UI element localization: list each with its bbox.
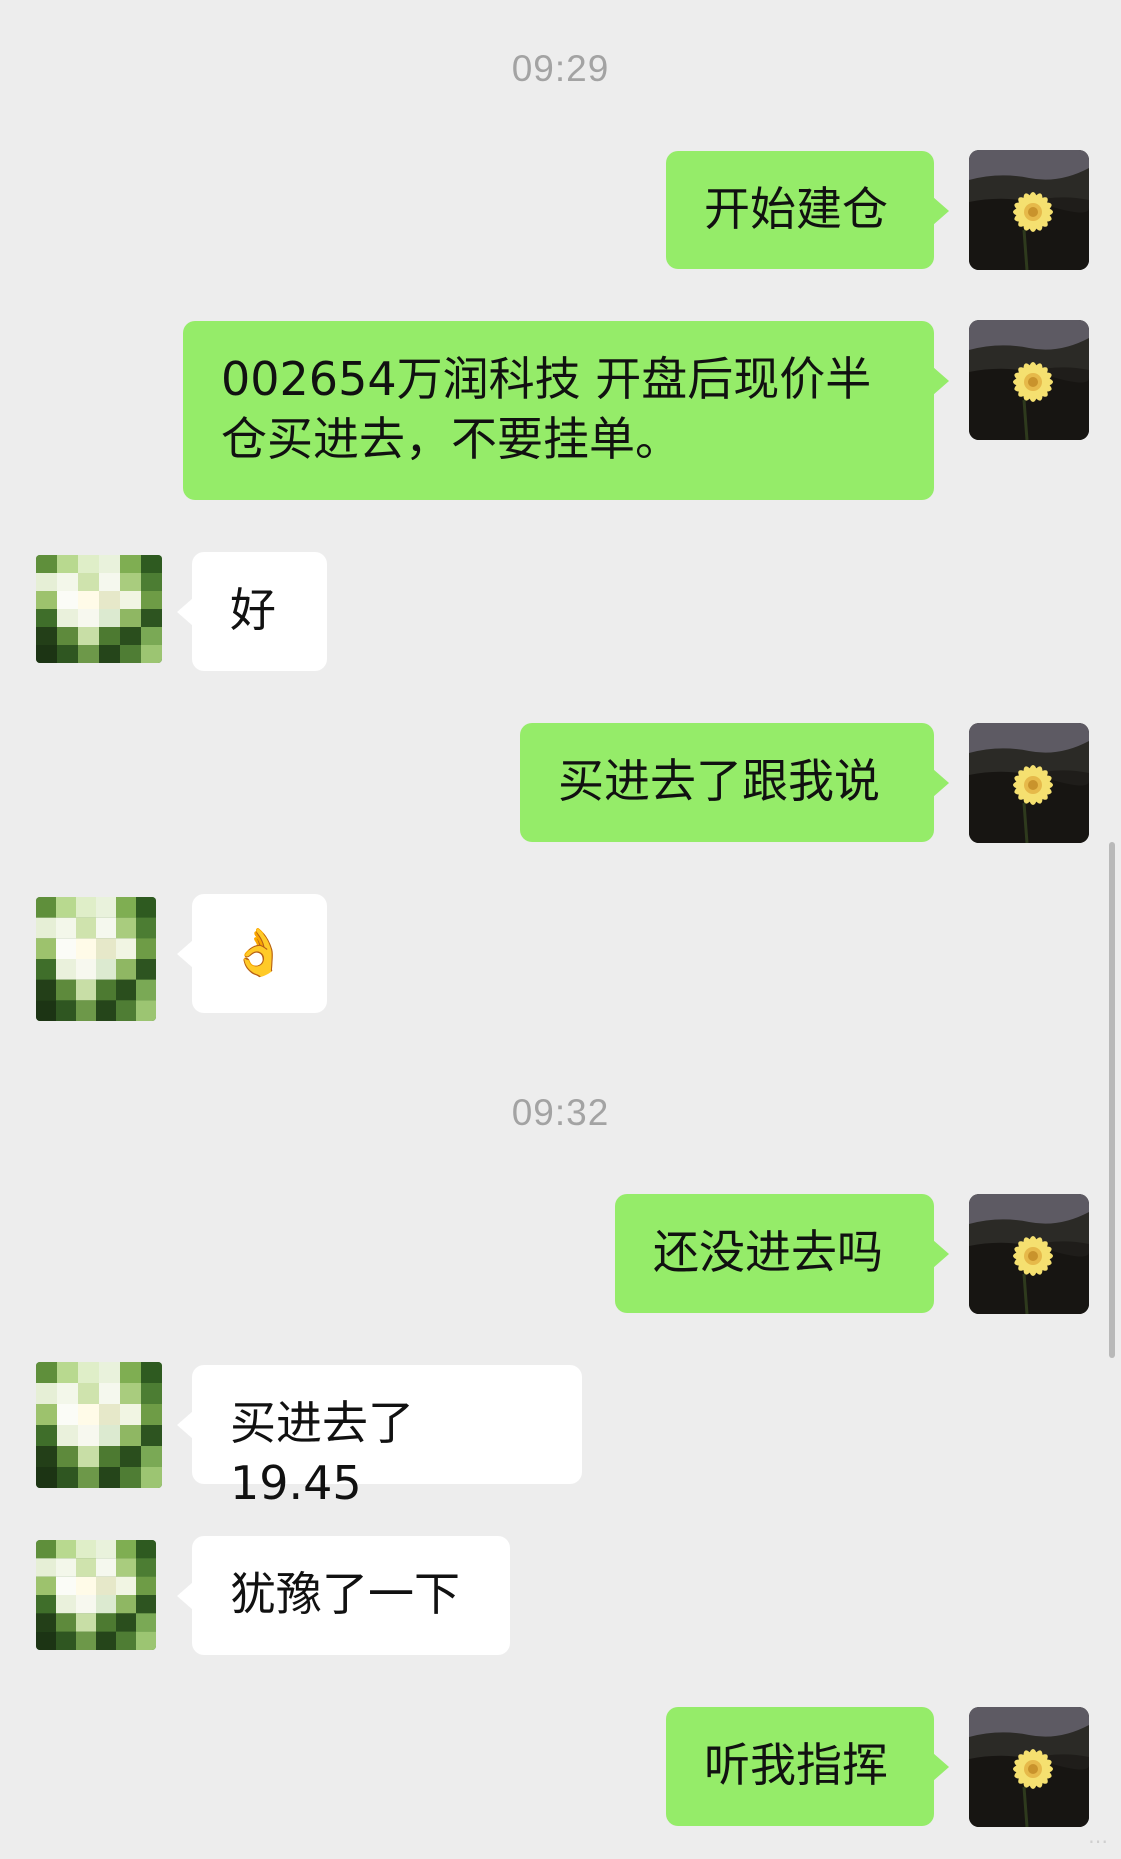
ok-hand-emoji-icon: 👌 — [230, 925, 288, 979]
pixelated-avatar-image — [36, 555, 162, 663]
message-text-line: 002654万润科技 开盘后现价半 — [221, 352, 872, 406]
pixelated-avatar-image — [36, 897, 156, 1021]
sunflower-avatar-icon[interactable] — [969, 150, 1089, 270]
sunflower-avatar-image — [969, 150, 1089, 270]
message-text: 买进去了19.45 — [230, 1396, 414, 1510]
sunflower-avatar-image — [969, 723, 1089, 843]
sunflower-avatar-image — [969, 1707, 1089, 1827]
pixelated-avatar-icon[interactable] — [36, 1362, 162, 1488]
timestamp: 09:29 — [511, 48, 610, 89]
incoming-message-bubble[interactable]: 犹豫了一下 — [177, 1536, 510, 1655]
message-text: 还没进去吗 — [653, 1225, 883, 1279]
sunflower-avatar-image — [969, 320, 1089, 440]
outgoing-message-bubble[interactable]: 听我指挥 — [666, 1707, 949, 1826]
pixelated-avatar-icon[interactable] — [36, 897, 156, 1021]
pixelated-avatar-image — [36, 1362, 162, 1488]
message-text: 听我指挥 — [704, 1738, 888, 1792]
outgoing-message-bubble[interactable]: 002654万润科技 开盘后现价半 仓买进去，不要挂单。 — [183, 321, 949, 500]
pixelated-avatar-icon[interactable] — [36, 1540, 156, 1650]
pixelated-avatar-icon[interactable] — [36, 555, 162, 663]
timestamp: 09:32 — [511, 1092, 610, 1133]
sunflower-avatar-icon[interactable] — [969, 320, 1089, 440]
incoming-message-bubble[interactable]: 好 — [177, 552, 327, 671]
sunflower-avatar-image — [969, 1194, 1089, 1314]
sunflower-avatar-icon[interactable] — [969, 1194, 1089, 1314]
outgoing-message-bubble[interactable]: 买进去了跟我说 — [520, 723, 949, 842]
outgoing-message-bubble[interactable]: 开始建仓 — [666, 151, 949, 269]
message-text: 好 — [230, 583, 276, 637]
message-text: 开始建仓 — [704, 182, 888, 236]
scrollbar[interactable] — [1109, 842, 1115, 1358]
chat-message-list[interactable]: 09:29 开始建仓 002654万润科技 开盘后现价半 仓买进去，不要挂单。 … — [0, 0, 1121, 1859]
incoming-message-bubble[interactable]: 买进去了19.45 — [177, 1365, 582, 1510]
message-text-line: 仓买进去，不要挂单。 — [221, 412, 681, 466]
sunflower-avatar-icon[interactable] — [969, 723, 1089, 843]
outgoing-message-bubble[interactable]: 还没进去吗 — [615, 1194, 949, 1313]
sunflower-avatar-icon[interactable] — [969, 1707, 1089, 1827]
message-text: 犹豫了一下 — [230, 1567, 460, 1621]
incoming-message-bubble[interactable]: 👌 — [177, 894, 327, 1013]
overflow-dots-icon: ⋯ — [1088, 1829, 1111, 1853]
message-text: 买进去了跟我说 — [558, 754, 880, 808]
pixelated-avatar-image — [36, 1540, 156, 1650]
